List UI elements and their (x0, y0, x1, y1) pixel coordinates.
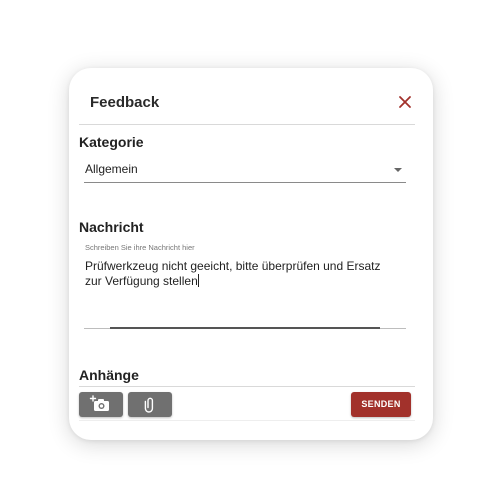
send-button[interactable]: SENDEN (351, 392, 411, 417)
attachments-label: Anhänge (79, 367, 139, 383)
attach-file-button[interactable] (128, 392, 172, 417)
add-photo-icon (89, 395, 109, 411)
attachments-divider (79, 386, 415, 387)
textarea-focus-underline (110, 327, 380, 329)
feedback-dialog: Feedback Kategorie Allgemein Nachricht S… (69, 68, 433, 440)
category-selected-value: Allgemein (85, 162, 138, 176)
close-button[interactable] (395, 92, 415, 112)
text-caret (197, 274, 199, 287)
paperclip-icon (144, 397, 154, 413)
category-label: Kategorie (79, 134, 144, 150)
chevron-down-icon (394, 168, 402, 172)
category-select[interactable]: Allgemein (84, 156, 406, 183)
message-textarea[interactable]: Schreiben Sie ihre Nachricht hier Prüfwe… (84, 240, 406, 330)
add-photo-button[interactable] (79, 392, 123, 417)
dialog-footer-divider (79, 420, 415, 421)
dialog-title: Feedback (90, 94, 160, 111)
message-text: Prüfwerkzeug nicht geeicht, bitte überpr… (85, 259, 381, 288)
message-label: Nachricht (79, 219, 144, 235)
close-icon (399, 96, 411, 108)
dialog-header: Feedback (79, 68, 415, 125)
message-placeholder: Schreiben Sie ihre Nachricht hier (85, 243, 195, 252)
